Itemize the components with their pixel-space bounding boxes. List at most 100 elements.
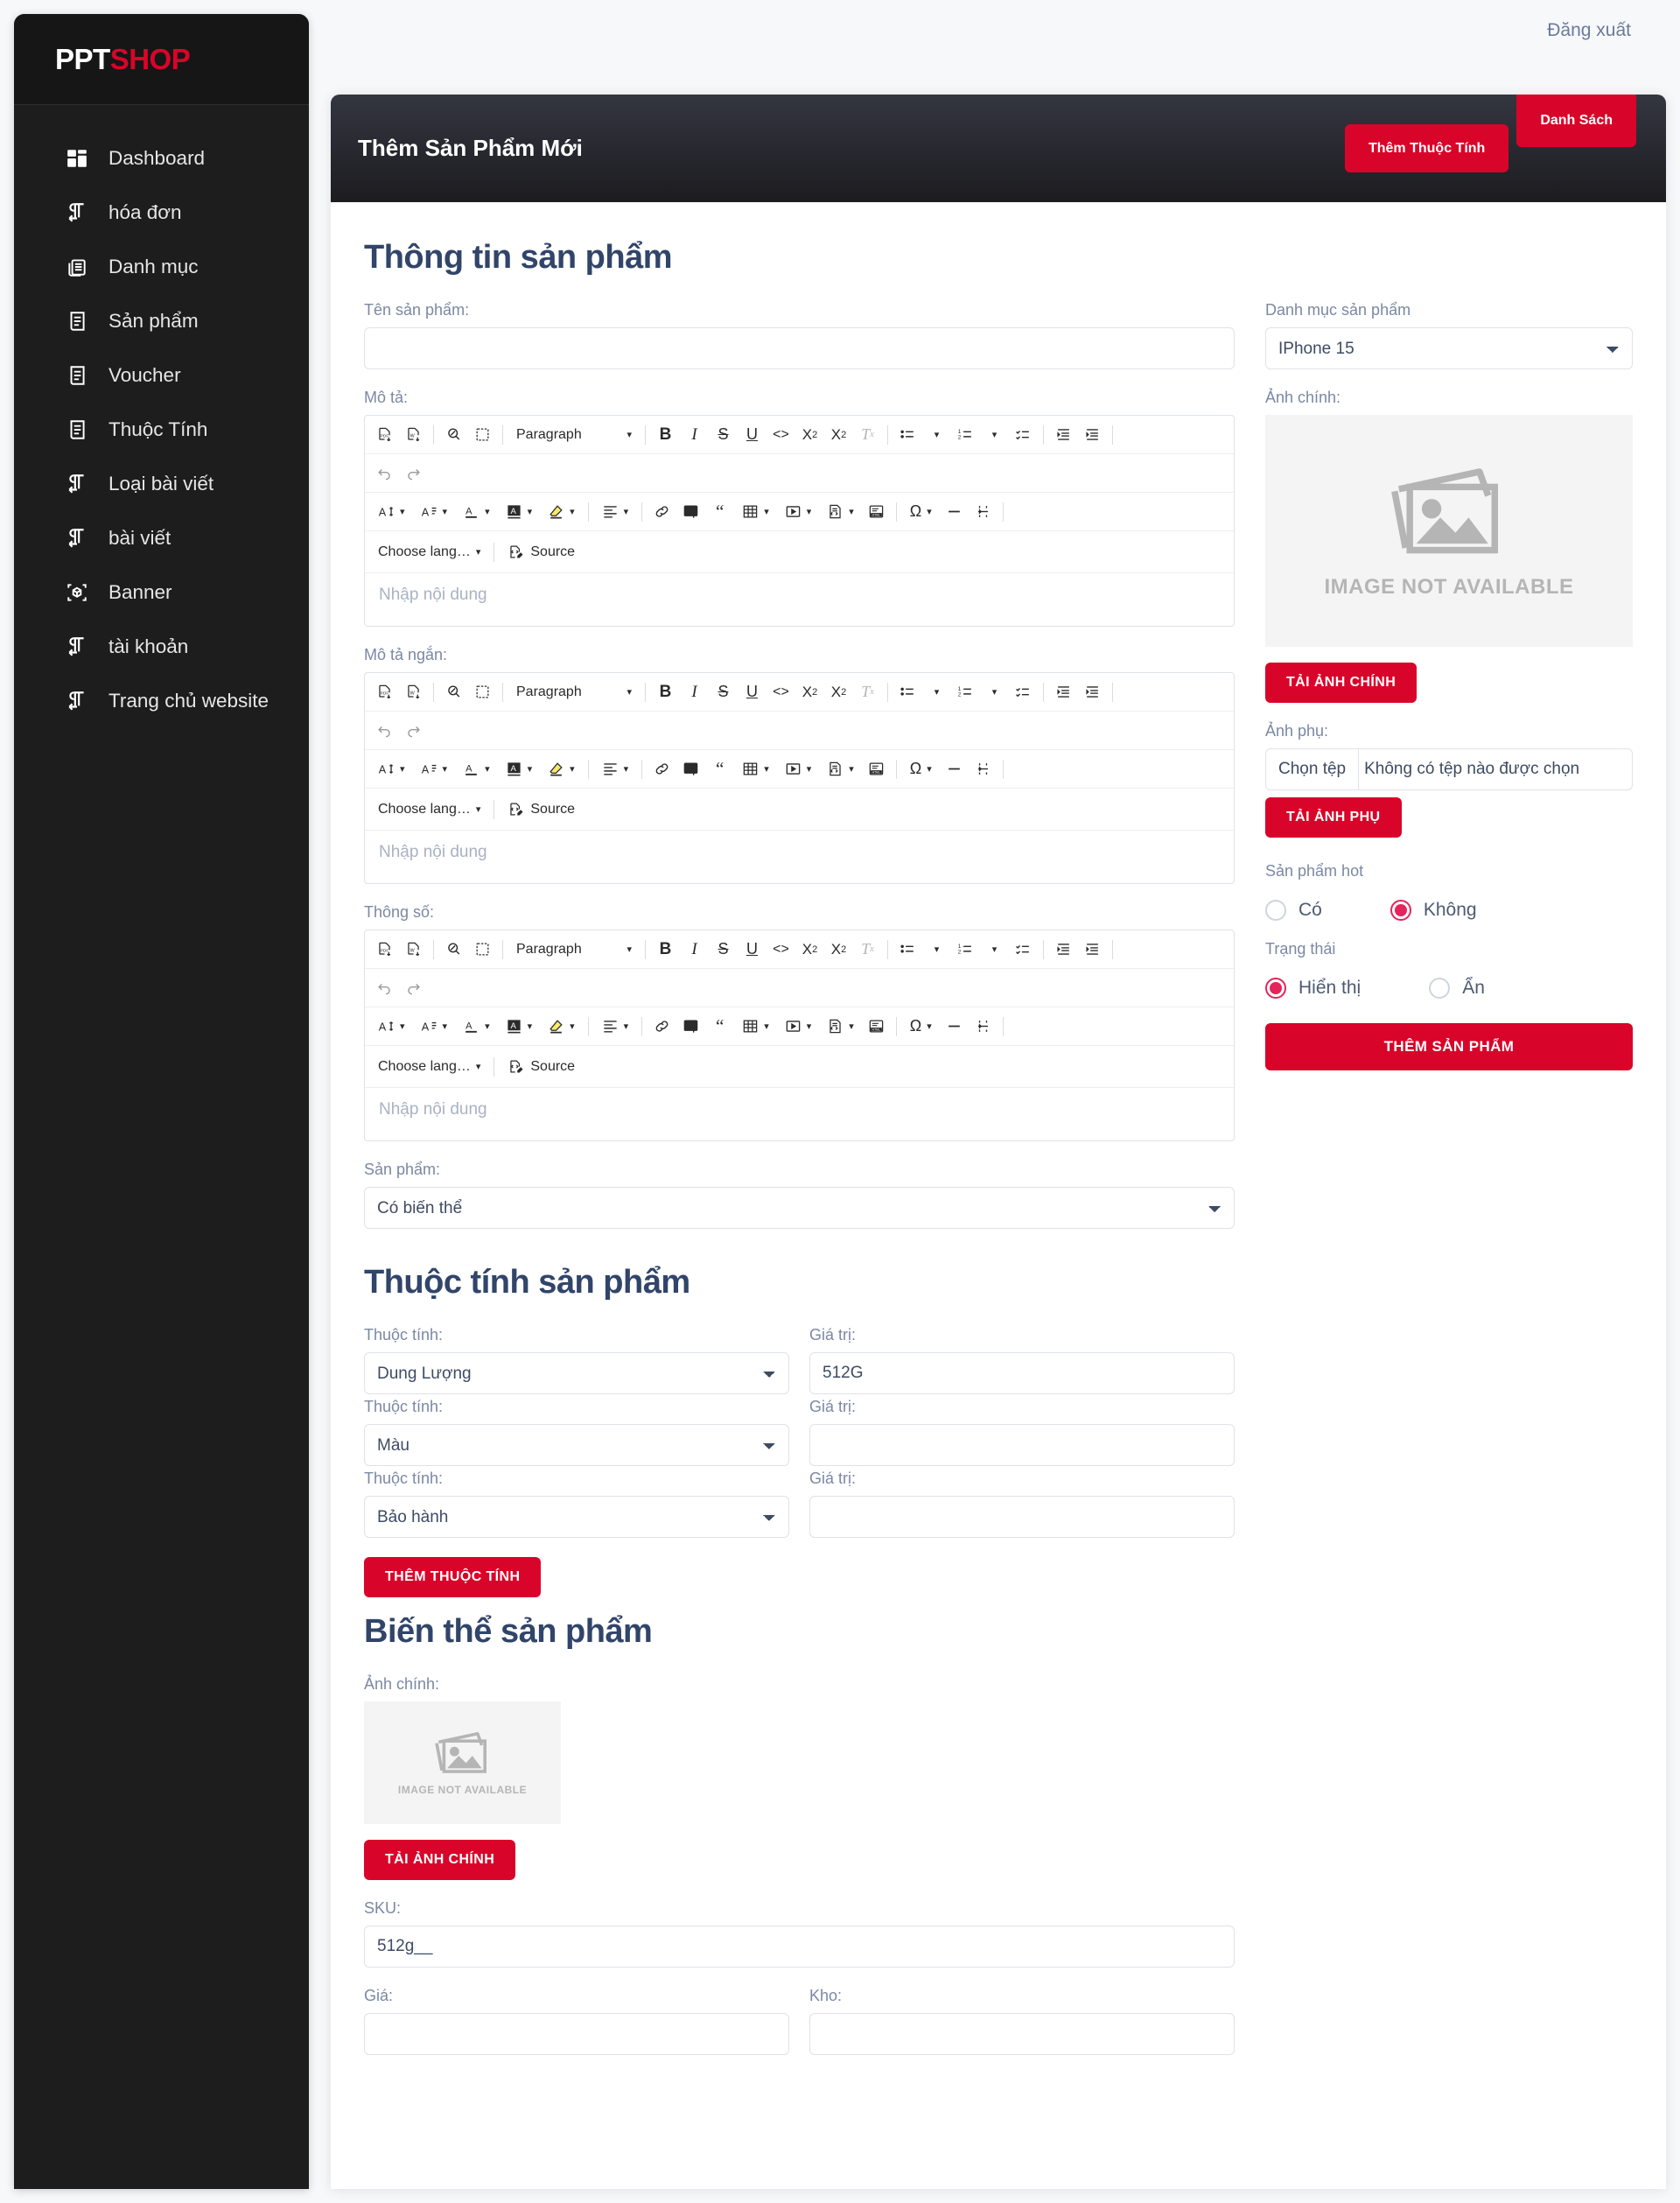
subscript-icon[interactable]: X2 <box>796 936 823 963</box>
font-size-icon[interactable]: A ▾ <box>371 1013 412 1040</box>
template-icon[interactable]: ▾ <box>820 1013 861 1040</box>
sidebar-item-thuoc-tinh[interactable]: Thuộc Tính <box>14 403 309 457</box>
bold-icon[interactable]: B <box>652 421 679 448</box>
html-embed-icon[interactable]: HTML <box>863 498 890 525</box>
find-replace-icon[interactable] <box>440 678 467 705</box>
numbered-list-dropdown[interactable]: ▾ <box>981 421 1008 448</box>
attribute-select[interactable]: Dung Lượng <box>364 1352 789 1394</box>
bulleted-list-dropdown[interactable]: ▾ <box>923 936 950 963</box>
code-icon[interactable]: <> <box>767 421 794 448</box>
template-icon[interactable]: ▾ <box>820 755 861 782</box>
subscript-icon[interactable]: X2 <box>796 421 823 448</box>
upload-sub-image-button[interactable]: TẢI ẢNH PHỤ <box>1265 797 1402 838</box>
link-icon[interactable] <box>648 498 676 525</box>
outdent-icon[interactable] <box>1050 678 1077 705</box>
font-family-icon[interactable]: A ▾ <box>414 755 455 782</box>
image-upload-icon[interactable] <box>677 1013 704 1040</box>
underline-icon[interactable]: U <box>738 421 766 448</box>
upload-main-image-button[interactable]: TẢI ẢNH CHÍNH <box>1265 663 1418 703</box>
todo-list-icon[interactable] <box>1010 421 1037 448</box>
variant-price-input[interactable] <box>364 2013 789 2055</box>
blockquote-icon[interactable]: “ <box>706 498 733 525</box>
remove-format-icon[interactable]: Tx <box>854 678 881 705</box>
bulleted-list-icon[interactable] <box>894 421 921 448</box>
choose-file-button[interactable]: Chọn tệp <box>1266 749 1360 789</box>
bold-icon[interactable]: B <box>652 936 679 963</box>
choose-language-dropdown[interactable]: Choose lang… ▾ <box>371 1053 487 1080</box>
alignment-icon[interactable]: ▾ <box>595 1013 636 1040</box>
superscript-icon[interactable]: X2 <box>825 936 852 963</box>
alignment-icon[interactable]: ▾ <box>595 498 636 525</box>
hot-product-radio-yes[interactable]: Có <box>1265 900 1322 921</box>
undo-icon[interactable] <box>371 974 398 1001</box>
page-break-icon[interactable] <box>970 755 997 782</box>
submit-product-button[interactable]: THÊM SẢN PHẨM <box>1265 1023 1633 1070</box>
status-radio-hide[interactable]: Ẩn <box>1429 978 1485 999</box>
page-break-icon[interactable] <box>970 498 997 525</box>
category-select[interactable]: IPhone 15 <box>1265 327 1633 369</box>
logout-link[interactable]: Đăng xuất <box>1547 20 1631 41</box>
numbered-list-icon[interactable]: 12 <box>952 678 979 705</box>
table-icon[interactable]: ▾ <box>735 755 776 782</box>
remove-format-icon[interactable]: Tx <box>854 421 881 448</box>
underline-icon[interactable]: U <box>738 678 766 705</box>
indent-icon[interactable] <box>1079 678 1106 705</box>
subscript-icon[interactable]: X2 <box>796 678 823 705</box>
select-all-icon[interactable] <box>469 421 496 448</box>
bold-icon[interactable]: B <box>652 678 679 705</box>
special-character-icon[interactable]: Ω ▾ <box>903 1013 939 1040</box>
horizontal-line-icon[interactable] <box>941 1013 968 1040</box>
font-size-icon[interactable]: A ▾ <box>371 498 412 525</box>
sidebar-item-bai-viet[interactable]: bài viết <box>14 511 309 565</box>
choose-language-dropdown[interactable]: Choose lang… ▾ <box>371 796 487 823</box>
export-word-icon[interactable]: W <box>400 678 427 705</box>
product-name-input[interactable] <box>364 327 1235 369</box>
link-icon[interactable] <box>648 1013 676 1040</box>
highlight-icon[interactable]: ▾ <box>541 1013 582 1040</box>
media-icon[interactable]: ▾ <box>778 1013 819 1040</box>
font-background-icon[interactable]: A ▾ <box>499 755 540 782</box>
attribute-value-input[interactable] <box>809 1424 1235 1466</box>
html-embed-icon[interactable]: HTML <box>863 1013 890 1040</box>
code-icon[interactable]: <> <box>767 678 794 705</box>
blockquote-icon[interactable]: “ <box>706 1013 733 1040</box>
variant-upload-main-image-button[interactable]: TẢI ẢNH CHÍNH <box>364 1840 516 1880</box>
special-character-icon[interactable]: Ω ▾ <box>903 755 939 782</box>
bulleted-list-dropdown[interactable]: ▾ <box>923 678 950 705</box>
product-type-select[interactable]: Có biến thể <box>364 1187 1235 1229</box>
sub-image-file-input[interactable]: Chọn tệp Không có tệp nào được chọn <box>1265 748 1633 790</box>
export-pdf-icon[interactable]: PDF <box>371 936 398 963</box>
indent-icon[interactable] <box>1079 936 1106 963</box>
specs-editable-area[interactable]: Nhập nội dung <box>365 1088 1234 1140</box>
numbered-list-dropdown[interactable]: ▾ <box>981 936 1008 963</box>
source-button[interactable]: Source <box>500 1053 582 1080</box>
table-icon[interactable]: ▾ <box>735 1013 776 1040</box>
blockquote-icon[interactable]: “ <box>706 755 733 782</box>
source-button[interactable]: Source <box>500 538 582 565</box>
short-description-editable-area[interactable]: Nhập nội dung <box>365 831 1234 883</box>
attribute-value-input[interactable] <box>809 1352 1235 1394</box>
image-upload-icon[interactable] <box>677 498 704 525</box>
redo-icon[interactable] <box>400 974 427 1001</box>
source-button[interactable]: Source <box>500 796 582 823</box>
font-size-icon[interactable]: A ▾ <box>371 755 412 782</box>
highlight-icon[interactable]: ▾ <box>541 755 582 782</box>
font-color-icon[interactable]: A ▾ <box>456 1013 497 1040</box>
find-replace-icon[interactable] <box>440 421 467 448</box>
template-icon[interactable]: ▾ <box>820 498 861 525</box>
italic-icon[interactable]: I <box>681 421 708 448</box>
variant-stock-input[interactable] <box>809 2013 1235 2055</box>
font-color-icon[interactable]: A ▾ <box>456 498 497 525</box>
add-attribute-row-button[interactable]: THÊM THUỘC TÍNH <box>364 1557 542 1597</box>
numbered-list-icon[interactable]: 12 <box>952 421 979 448</box>
paragraph-style-dropdown[interactable]: Paragraph ▾ <box>509 936 639 963</box>
todo-list-icon[interactable] <box>1010 936 1037 963</box>
superscript-icon[interactable]: X2 <box>825 678 852 705</box>
superscript-icon[interactable]: X2 <box>825 421 852 448</box>
variant-sku-input[interactable] <box>364 1926 1235 1968</box>
special-character-icon[interactable]: Ω ▾ <box>903 498 939 525</box>
media-icon[interactable]: ▾ <box>778 755 819 782</box>
horizontal-line-icon[interactable] <box>941 498 968 525</box>
attribute-select[interactable]: Bảo hành <box>364 1496 789 1538</box>
remove-format-icon[interactable]: Tx <box>854 936 881 963</box>
